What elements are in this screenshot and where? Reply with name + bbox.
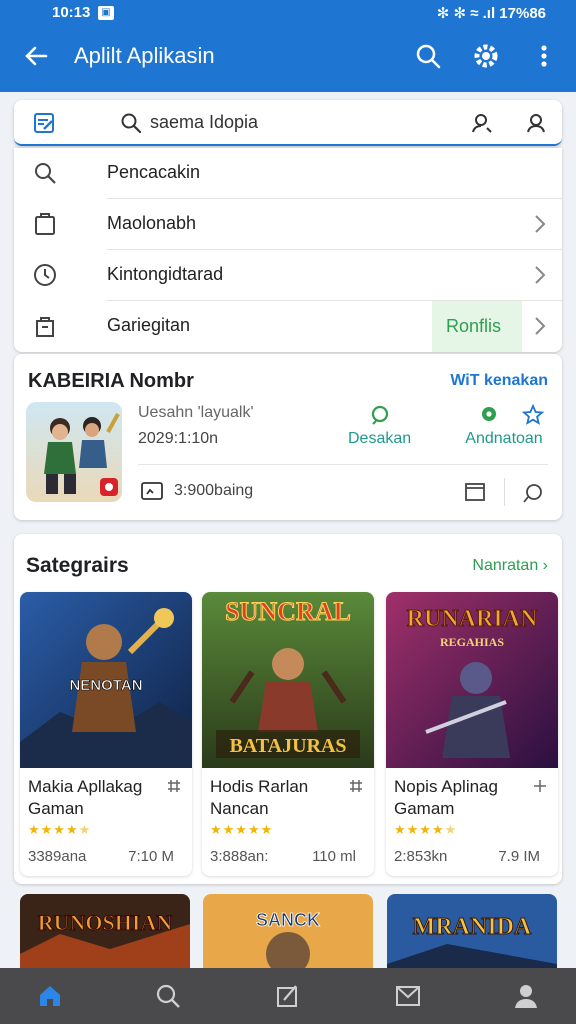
search-icon: [35, 163, 56, 184]
game-size: 7.9 IM: [498, 848, 540, 865]
download-count: 2:853kn: [394, 848, 448, 865]
search-icon[interactable]: [154, 982, 182, 1010]
game-card[interactable]: RUNARIAN REGAHIAS Nopis Aplinag Gamam ★★…: [386, 592, 558, 876]
menu-item-history[interactable]: Kintongidtarad: [14, 250, 562, 301]
clock-icon: [34, 264, 56, 286]
star-icon[interactable]: [522, 404, 544, 426]
art-title: REGAHIAS: [440, 635, 504, 649]
menu-item-clipboard[interactable]: Maolonabh: [14, 199, 562, 250]
action-label: Andnatoan: [465, 430, 543, 447]
art-title: NENOTAN: [69, 677, 142, 694]
menu-list: Pencacakin Maolonabh Kintongidtarad Gari…: [14, 148, 562, 352]
menu-item-badge: Ronflis: [446, 316, 502, 336]
rating-stars: ★★★★★: [394, 822, 458, 837]
download-count: 3389ana: [28, 848, 87, 865]
chevron-right-icon: [535, 215, 546, 233]
art-title-top: RUNARIAN: [407, 606, 538, 632]
settings-icon[interactable]: [472, 42, 500, 70]
app-bar: 10:13 ▣ ✻ ✻ ≈ .ıl 17%86 Aplilt Aplikasin: [0, 0, 576, 92]
game-card[interactable]: NENOTAN Makia Apllakag Gaman ★★★★★ 3389a…: [20, 592, 192, 876]
card-menu-icon[interactable]: [166, 778, 182, 794]
rating-stars: ★★★★★: [210, 822, 274, 837]
menu-item-label: Kintongidtarad: [107, 264, 224, 284]
art-title: RUNOSHIAN: [38, 910, 173, 935]
library-icon[interactable]: [394, 982, 422, 1010]
game-art: RUNARIAN REGAHIAS: [386, 592, 558, 768]
status-indicators: ✻ ✻ ≈ .ıl 17%86: [436, 5, 546, 22]
clipboard-icon: [35, 213, 55, 235]
action-label: Desakan: [348, 430, 412, 447]
featured-size: 3:900baing: [174, 482, 254, 499]
card-menu-icon[interactable]: [348, 778, 364, 794]
menu-item-search[interactable]: Pencacakin: [14, 148, 562, 199]
game-card[interactable]: SUNCRAL BATAJURAS Hodis Rarlan Nancan ★★…: [202, 592, 374, 876]
search-icon[interactable]: [414, 42, 442, 70]
profile-icon[interactable]: [512, 982, 540, 1010]
menu-item-label: Pencacakin: [107, 162, 201, 182]
person-search-icon[interactable]: [470, 111, 494, 135]
account-icon[interactable]: [524, 111, 548, 135]
see-more-link[interactable]: Nanratan ›: [472, 557, 548, 575]
apps-icon[interactable]: [274, 982, 302, 1010]
page-title: Aplilt Aplikasin: [74, 43, 215, 68]
featured-app-image[interactable]: [26, 402, 122, 502]
featured-subtitle: Uesahn 'layualk': [138, 404, 254, 421]
back-arrow-icon[interactable]: [22, 42, 50, 70]
window-icon[interactable]: [464, 482, 486, 502]
art-title: BATAJURAS: [229, 735, 346, 757]
search-icon: [121, 113, 142, 134]
action-desakan-button[interactable]: Desakan: [348, 404, 411, 448]
featured-link[interactable]: WiT kenakan: [450, 372, 548, 390]
divider: [504, 478, 505, 506]
status-bar: 10:13 ▣ ✻ ✻ ≈ .ıl 17%86: [0, 0, 576, 28]
home-icon[interactable]: [36, 982, 64, 1010]
game-name: Hodis Rarlan Nancan: [210, 777, 309, 818]
storage-icon: [141, 482, 163, 500]
featured-title: KABEIRIA Nombr: [28, 370, 194, 392]
comment-icon[interactable]: [522, 482, 544, 504]
divider: [138, 464, 548, 465]
chevron-right-icon: [535, 266, 546, 284]
game-size: 7:10 M: [128, 848, 174, 865]
more-vert-icon[interactable]: [530, 42, 558, 70]
menu-item-label: Gariegitan: [107, 315, 191, 335]
card-menu-icon[interactable]: [532, 778, 548, 794]
status-time: 10:13: [52, 4, 91, 21]
action-andnatoan-button[interactable]: Andnatoan: [462, 404, 546, 448]
notification-icon: ▣: [98, 6, 114, 20]
download-count: 3:888an:: [210, 848, 269, 865]
chevron-right-icon: [535, 317, 546, 335]
game-name: Makia Apllakag Gaman: [28, 777, 143, 818]
game-art: SUNCRAL BATAJURAS: [202, 592, 374, 768]
chat-icon: [371, 405, 388, 425]
bottom-nav: [0, 968, 576, 1024]
rating-stars: ★★★★★: [28, 822, 92, 837]
toolbar: Aplilt Aplikasin: [0, 36, 576, 80]
chat-bubble-icon: [482, 407, 496, 421]
art-title: SANCK: [256, 910, 320, 930]
bag-icon: [36, 317, 54, 337]
menu-item-label: Maolonabh: [107, 213, 197, 233]
art-title: MRANIDA: [413, 914, 532, 940]
games-section: Sategrairs Nanratan › NENOTAN Makia Apll…: [14, 534, 562, 884]
game-name: Nopis Aplinag Gamam: [394, 777, 498, 818]
art-title-top: SUNCRAL: [225, 597, 351, 626]
search-input[interactable]: saema Idopia: [150, 112, 258, 133]
section-title: Sategrairs: [26, 554, 129, 577]
menu-item-purchases[interactable]: Gariegitan Ronflis: [14, 301, 562, 352]
game-art: NENOTAN: [20, 592, 192, 768]
edit-note-icon: [34, 113, 54, 133]
search-bar[interactable]: saema Idopia: [14, 100, 562, 146]
featured-app-card[interactable]: KABEIRIA Nombr WiT kenakan Uesahn 'layua…: [14, 354, 562, 520]
game-size: 110 ml: [312, 848, 356, 865]
featured-date: 2029:1:10n: [138, 430, 219, 447]
